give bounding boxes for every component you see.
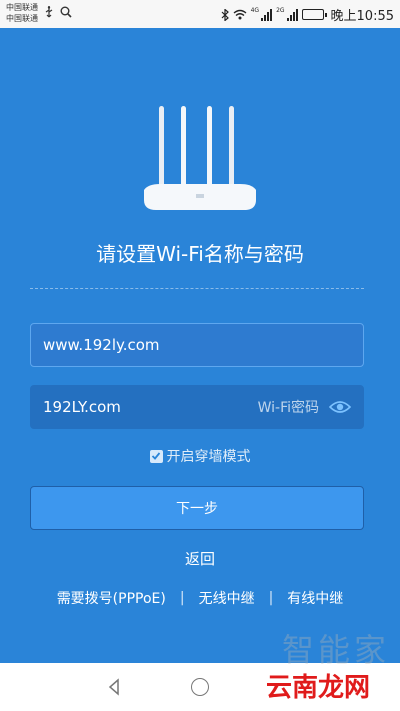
separator-2: | xyxy=(268,590,274,606)
router-icon xyxy=(144,106,256,210)
navigation-bar xyxy=(0,663,400,711)
wall-mode-label: 开启穿墙模式 xyxy=(166,449,251,465)
separator-1: | xyxy=(179,590,185,606)
search-icon xyxy=(60,6,72,18)
wifi-password-placeholder: Wi-Fi密码 xyxy=(257,400,319,416)
wall-mode-toggle[interactable]: 开启穿墙模式 xyxy=(0,446,400,466)
wifi-name-value: www.192ly.com xyxy=(43,336,160,354)
carrier-1: 中国联通 xyxy=(6,3,38,12)
signal-icon-2 xyxy=(286,8,298,21)
show-password-eye-icon[interactable] xyxy=(329,400,351,414)
wifi-icon xyxy=(233,9,247,20)
nav-back-icon[interactable] xyxy=(106,678,122,696)
wifi-name-input[interactable]: www.192ly.com xyxy=(30,323,364,367)
wifi-setup-panel: 请设置Wi-Fi名称与密码 www.192ly.com 192LY.com Wi… xyxy=(0,28,400,663)
usb-icon xyxy=(45,6,53,18)
carrier-info: 中国联通 中国联通 xyxy=(6,2,38,24)
connection-mode-links: 需要拨号(PPPoE) | 无线中继 | 有线中继 xyxy=(0,588,400,608)
carrier-2: 中国联通 xyxy=(6,14,38,23)
back-link[interactable]: 返回 xyxy=(0,548,400,569)
status-bar: 中国联通 中国联通 4G 2G 晚上10:55 xyxy=(0,0,400,28)
page-title: 请设置Wi-Fi名称与密码 xyxy=(96,242,304,266)
checkmark-icon xyxy=(151,452,161,460)
pppoe-link[interactable]: 需要拨号(PPPoE) xyxy=(57,588,166,608)
wireless-relay-link[interactable]: 无线中继 xyxy=(199,588,255,608)
wall-mode-checkbox[interactable] xyxy=(149,449,163,463)
nav-home-icon[interactable] xyxy=(191,678,209,696)
clock: 晚上10:55 xyxy=(330,9,394,24)
network-type-1: 4G xyxy=(250,7,260,14)
next-step-button[interactable]: 下一步 xyxy=(30,486,364,530)
divider xyxy=(30,288,364,289)
battery-icon xyxy=(301,9,327,20)
bluetooth-icon xyxy=(221,8,229,21)
wired-relay-link[interactable]: 有线中继 xyxy=(287,588,343,608)
network-type-2: 2G xyxy=(276,7,285,14)
signal-icon-1 xyxy=(261,8,273,21)
wifi-password-value: 192LY.com xyxy=(43,398,121,416)
wifi-password-input[interactable]: 192LY.com Wi-Fi密码 xyxy=(30,385,364,429)
